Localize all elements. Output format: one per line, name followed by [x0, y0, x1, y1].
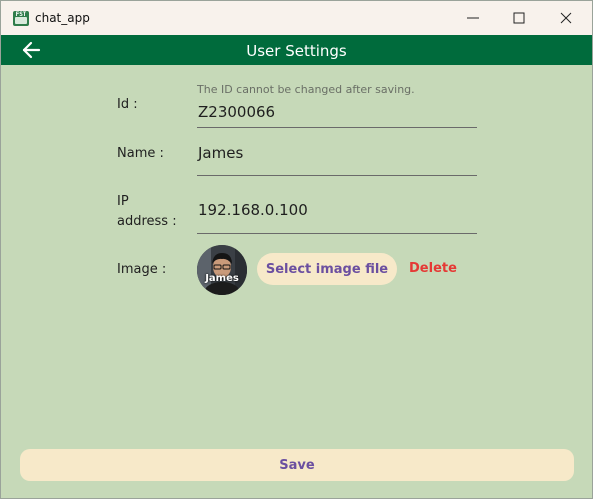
- maximize-icon: [513, 12, 525, 24]
- maximize-button[interactable]: [496, 1, 542, 35]
- select-image-button[interactable]: Select image file: [257, 253, 397, 285]
- window-title: chat_app: [35, 11, 90, 25]
- name-field[interactable]: James: [197, 144, 477, 176]
- window-titlebar[interactable]: FST chat_app: [1, 1, 592, 35]
- id-label: Id :: [117, 97, 138, 112]
- minimize-button[interactable]: [450, 1, 496, 35]
- save-button[interactable]: Save: [20, 449, 574, 481]
- name-value: James: [198, 144, 244, 162]
- minimize-icon: [467, 17, 479, 19]
- name-label: Name :: [117, 146, 164, 161]
- id-value: Z2300066: [198, 103, 276, 121]
- app-window: FST chat_app User Settings Id: The ID c…: [0, 0, 593, 499]
- avatar-photo: [197, 245, 247, 295]
- id-helper-text: The ID cannot be changed after saving.: [197, 83, 415, 96]
- id-field[interactable]: Z2300066: [197, 103, 477, 128]
- ip-address-value: 192.168.0.100: [198, 201, 308, 219]
- close-button[interactable]: [543, 1, 589, 35]
- ip-label-line1: IP: [117, 194, 129, 209]
- ip-label-line2: address :: [117, 214, 177, 229]
- image-label: Image :: [117, 262, 167, 277]
- app-bar: User Settings: [1, 35, 592, 65]
- delete-image-button[interactable]: Delete: [409, 261, 457, 276]
- avatar: James: [197, 245, 247, 295]
- app-logo-icon: FST: [13, 11, 29, 26]
- save-button-label: Save: [279, 457, 315, 473]
- page-title: User Settings: [246, 42, 347, 60]
- ip-address-field[interactable]: 192.168.0.100: [197, 201, 477, 234]
- close-icon: [560, 12, 572, 24]
- select-image-label: Select image file: [265, 261, 389, 277]
- avatar-caption: James: [205, 273, 239, 284]
